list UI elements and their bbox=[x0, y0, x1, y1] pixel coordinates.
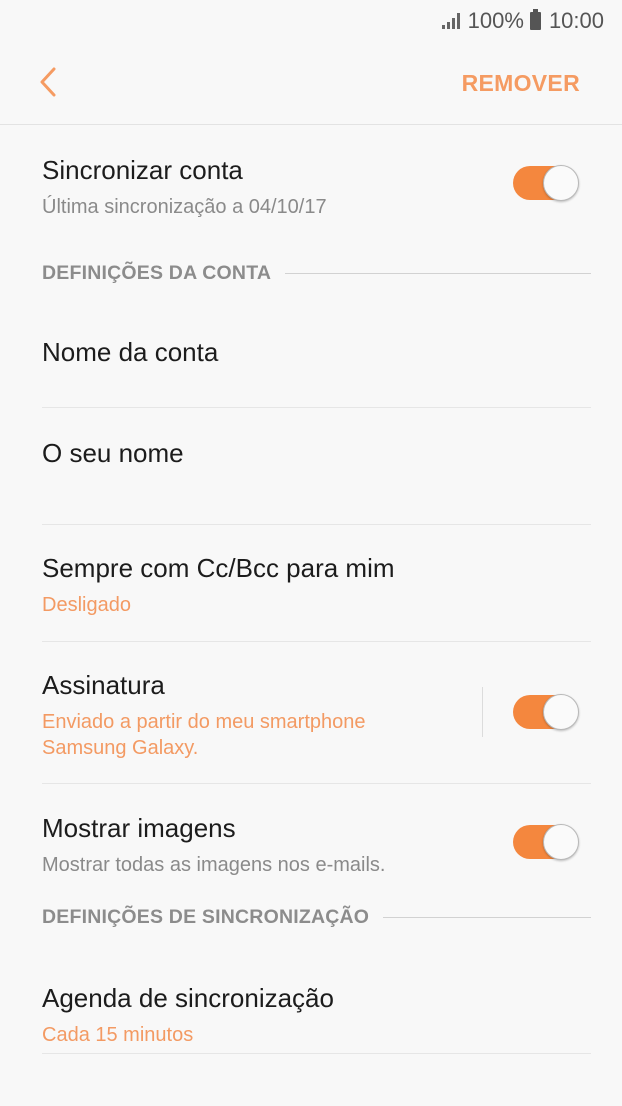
account-name-item[interactable]: Nome da conta bbox=[42, 271, 591, 408]
always-cc-item[interactable]: Sempre com Cc/Bcc para mim Desligado bbox=[42, 525, 591, 642]
your-name-title: O seu nome bbox=[42, 438, 184, 468]
sync-account-item[interactable]: Sincronizar conta Última sincronização a… bbox=[42, 125, 591, 232]
signal-icon bbox=[441, 13, 460, 29]
status-bar: 100% 10:00 bbox=[0, 0, 622, 42]
settings-list: Sincronizar conta Última sincronização a… bbox=[0, 125, 622, 1054]
back-button[interactable] bbox=[30, 62, 66, 102]
sync-schedule-item[interactable]: Agenda de sincronização Cada 15 minutos bbox=[42, 935, 591, 1054]
sync-account-toggle[interactable] bbox=[513, 165, 579, 201]
show-images-toggle[interactable] bbox=[513, 824, 579, 860]
toggle-thumb bbox=[543, 165, 579, 201]
signature-value: Enviado a partir do meu smartphone Samsu… bbox=[42, 711, 366, 759]
sync-account-title: Sincronizar conta bbox=[42, 155, 243, 185]
toggle-thumb bbox=[543, 694, 579, 730]
always-cc-title: Sempre com Cc/Bcc para mim bbox=[42, 553, 395, 583]
chevron-left-icon bbox=[40, 67, 56, 97]
section-header-sync: DEFINIÇÕES DE SINCRONIZAÇÃO bbox=[42, 897, 591, 937]
section-divider bbox=[383, 916, 591, 918]
toggle-thumb bbox=[543, 824, 579, 860]
always-cc-value: Desligado bbox=[42, 594, 131, 616]
app-bar: REMOVER bbox=[0, 42, 622, 125]
your-name-item[interactable]: O seu nome bbox=[42, 408, 591, 525]
signature-toggle[interactable] bbox=[513, 694, 579, 730]
show-images-subtitle: Mostrar todas as imagens nos e-mails. bbox=[42, 854, 386, 876]
account-name-title: Nome da conta bbox=[42, 337, 219, 367]
signature-item[interactable]: Assinatura Enviado a partir do meu smart… bbox=[42, 642, 591, 784]
signature-title: Assinatura bbox=[42, 670, 165, 700]
clock: 10:00 bbox=[548, 8, 604, 33]
remove-button[interactable]: REMOVER bbox=[462, 70, 580, 97]
section-sync-label: DEFINIÇÕES DE SINCRONIZAÇÃO bbox=[42, 905, 370, 928]
sync-schedule-title: Agenda de sincronização bbox=[42, 983, 334, 1013]
show-images-item[interactable]: Mostrar imagens Mostrar todas as imagens… bbox=[42, 784, 591, 894]
battery-icon bbox=[529, 9, 541, 30]
sync-schedule-value: Cada 15 minutos bbox=[42, 1024, 194, 1046]
show-images-title: Mostrar imagens bbox=[42, 813, 236, 843]
sync-account-subtitle: Última sincronização a 04/10/17 bbox=[42, 196, 327, 218]
battery-percent: 100% bbox=[467, 8, 524, 33]
vertical-divider bbox=[482, 687, 483, 737]
